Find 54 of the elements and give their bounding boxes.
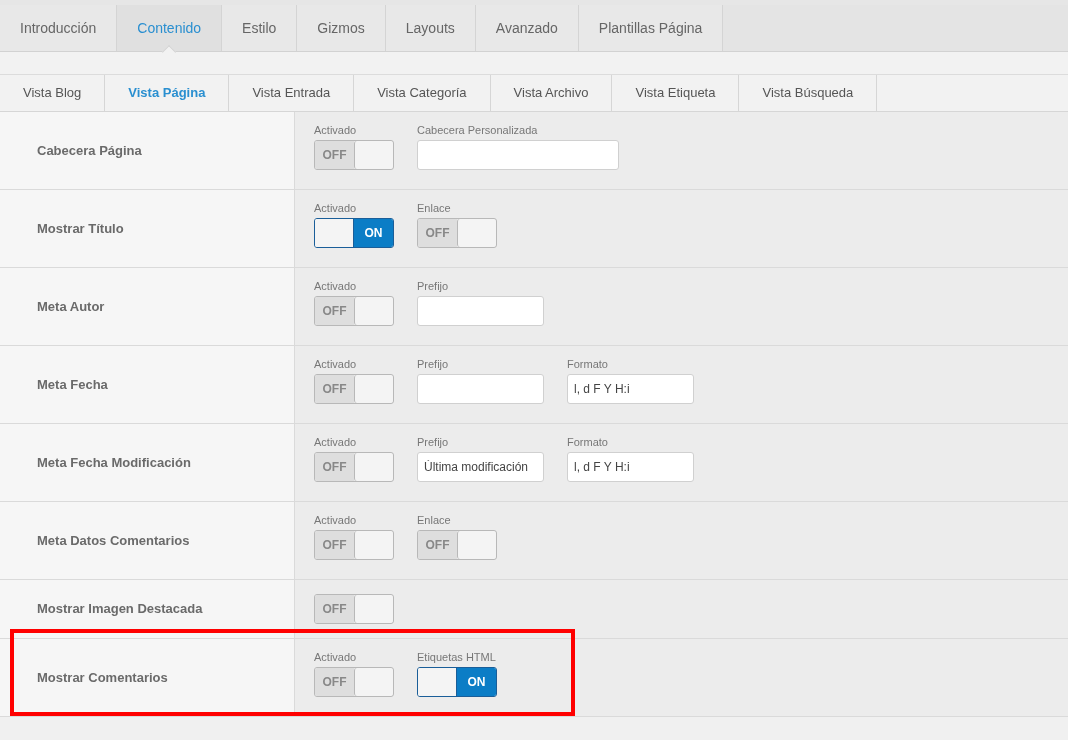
field-label: Activado [314, 650, 358, 664]
sub-tab[interactable]: Vista Etiqueta [612, 75, 740, 111]
field-label: Enlace [417, 513, 452, 527]
field-label: Prefijo [417, 435, 450, 449]
sub-tab[interactable]: Vista Categoría [354, 75, 491, 111]
top-tab[interactable]: Plantillas Página [578, 5, 724, 51]
text-field[interactable] [417, 140, 619, 170]
row-label: Meta Datos Comentarios [37, 531, 190, 550]
toggle-switch[interactable]: OFF [314, 594, 394, 624]
field-label: Prefijo [417, 357, 450, 371]
field-label: Activado [314, 201, 358, 215]
top-tab[interactable]: Introducción [0, 5, 118, 51]
field-label: Enlace [417, 201, 452, 215]
sub-tab[interactable]: Vista Entrada [229, 75, 355, 111]
top-tab[interactable]: Layouts [385, 5, 476, 51]
field-label: Formato [567, 357, 609, 371]
row-label: Cabecera Página [37, 141, 142, 160]
row-label: Meta Fecha [37, 375, 108, 394]
row-label: Mostrar Imagen Destacada [37, 600, 203, 619]
text-field[interactable] [417, 374, 544, 404]
sub-tab[interactable]: Vista Página [105, 75, 230, 111]
field-label: Formato [567, 435, 609, 449]
toggle-switch[interactable]: OFF [314, 452, 394, 482]
row-label: Mostrar Comentarios [37, 668, 168, 687]
text-field[interactable]: l, d F Y H:i [567, 452, 694, 482]
field-label: Cabecera Personalizada [417, 123, 539, 137]
field-label: Etiquetas HTML [417, 650, 497, 664]
text-field[interactable] [417, 296, 544, 326]
field-label: Activado [314, 435, 358, 449]
text-field[interactable]: Última modificación [417, 452, 544, 482]
text-field[interactable]: l, d F Y H:i [567, 374, 694, 404]
toggle-switch[interactable]: OFF [314, 667, 394, 697]
toggle-switch[interactable]: OFF [314, 374, 394, 404]
field-label: Prefijo [417, 279, 450, 293]
top-tab[interactable]: Avanzado [475, 5, 579, 51]
sub-tab[interactable]: Vista Archivo [490, 75, 613, 111]
top-tab[interactable]: Estilo [222, 5, 298, 51]
row-label: Meta Autor [37, 297, 105, 316]
toggle-switch[interactable]: OFF [314, 530, 394, 560]
toggle-switch[interactable]: OFF [314, 140, 394, 170]
field-label: Activado [314, 513, 358, 527]
row-label: Meta Fecha Modificación [37, 453, 191, 472]
row-label: Mostrar Título [37, 219, 124, 238]
toggle-switch[interactable]: OFF [417, 530, 497, 560]
field-label: Activado [314, 123, 358, 137]
top-tab[interactable]: Gizmos [297, 5, 386, 51]
field-label: Activado [314, 357, 358, 371]
toggle-switch[interactable]: OFF [314, 296, 394, 326]
toggle-switch[interactable]: ON [417, 667, 497, 697]
sub-tab[interactable]: Vista Búsqueda [739, 75, 878, 111]
field-label: Activado [314, 279, 358, 293]
toggle-switch[interactable]: ON [314, 218, 394, 248]
toggle-switch[interactable]: OFF [417, 218, 497, 248]
sub-tab[interactable]: Vista Blog [0, 75, 106, 111]
